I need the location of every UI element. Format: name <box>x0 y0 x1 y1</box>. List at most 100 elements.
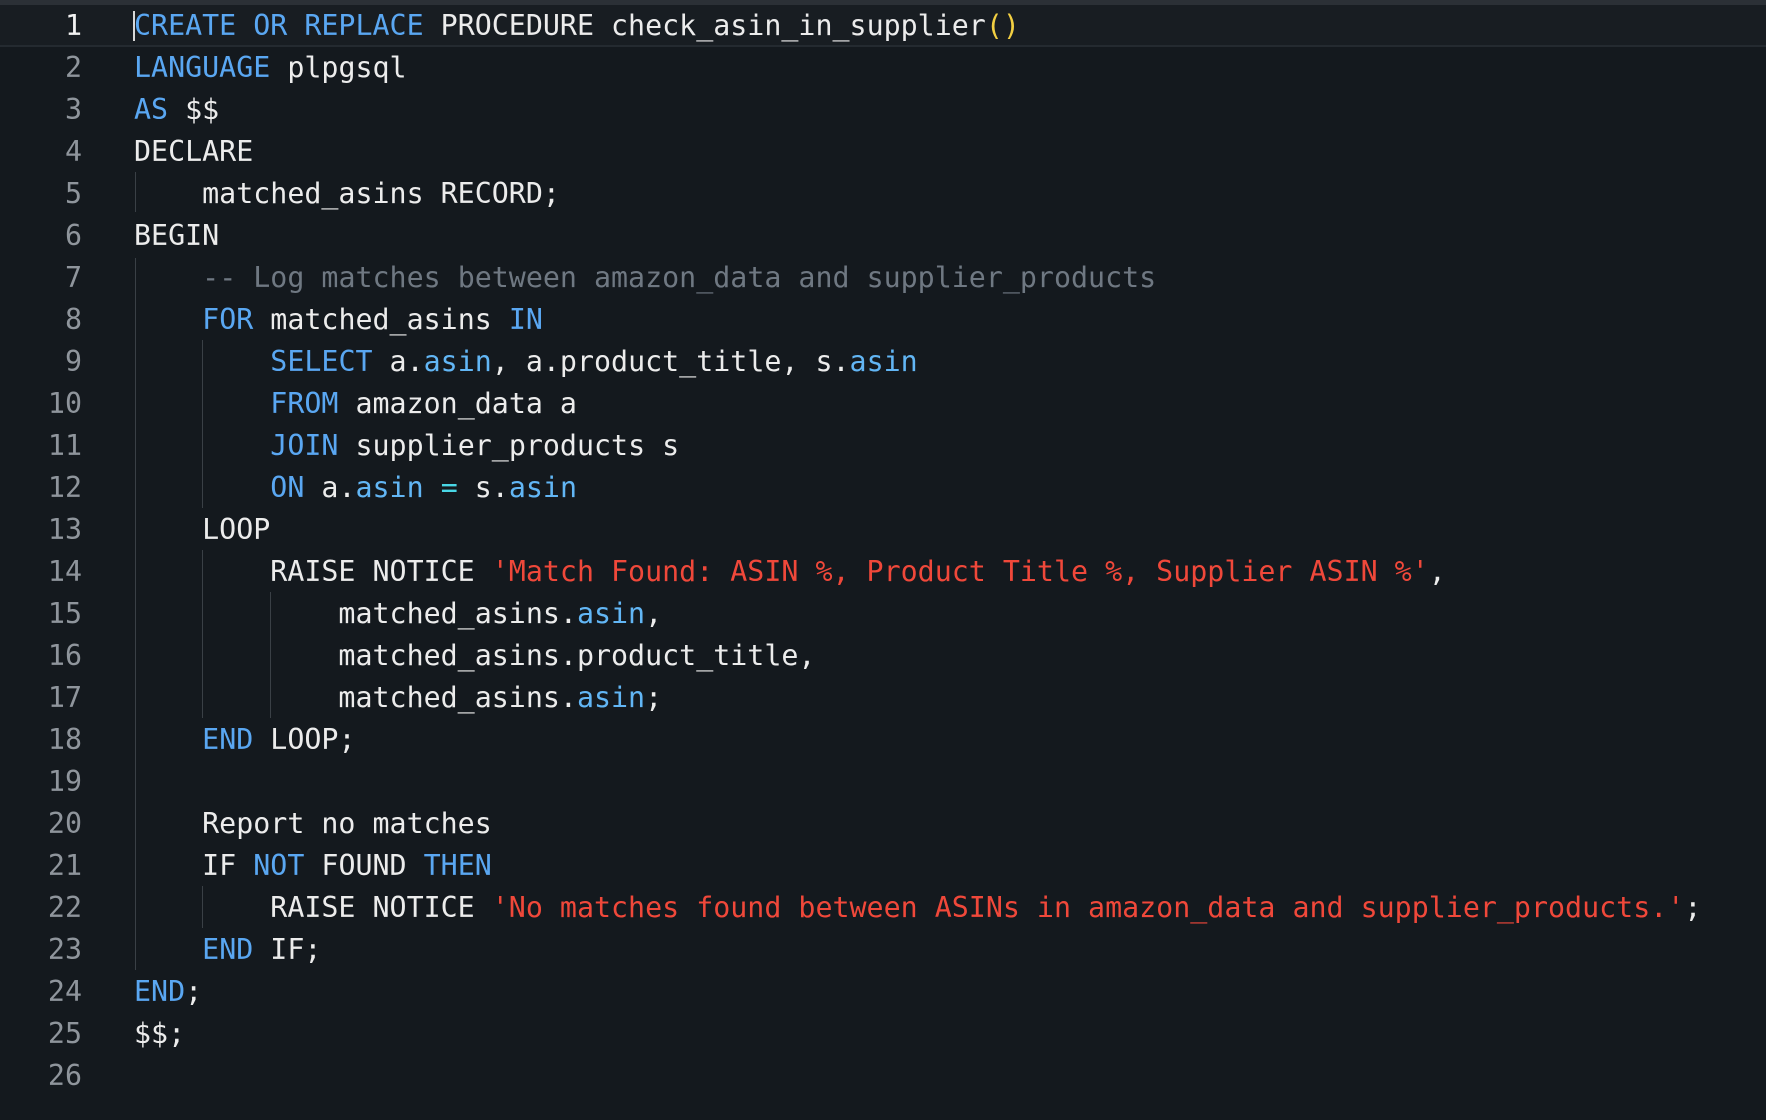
code-token: DECLARE <box>134 135 254 168</box>
code-token: () <box>985 9 1020 42</box>
line-number: 11 <box>47 429 82 462</box>
code-token: ; <box>1684 891 1702 924</box>
code-editor[interactable]: 1 CREATE OR REPLACE PROCEDURE check_asin_… <box>0 0 1766 1120</box>
code-token: RAISE NOTICE <box>134 555 492 588</box>
code-token: JOIN <box>270 429 339 462</box>
code-line[interactable]: 7 -- Log matches between amazon_data and… <box>0 257 1766 299</box>
code-token: NOT <box>253 849 305 882</box>
code-line[interactable]: 5 matched_asins RECORD; <box>0 173 1766 215</box>
code-token: CREATE OR REPLACE <box>134 9 424 42</box>
code-text[interactable]: END; <box>134 971 202 1013</box>
code-line[interactable]: 9 SELECT a.asin, a.product_title, s.asin <box>0 341 1766 383</box>
code-token: supplier_products s <box>338 429 680 462</box>
indent-guide <box>270 592 271 718</box>
code-line[interactable]: 20 Report no matches <box>0 803 1766 845</box>
code-token: plpgsql <box>270 51 407 84</box>
code-text[interactable]: ON a.asin = s.asin <box>134 467 577 509</box>
line-number: 26 <box>47 1059 82 1092</box>
code-token: matched_asins. <box>134 681 577 714</box>
code-line[interactable]: 19 <box>0 761 1766 803</box>
line-number: 6 <box>64 219 82 252</box>
code-line[interactable]: 6 BEGIN <box>0 215 1766 257</box>
code-token: LANGUAGE <box>134 51 271 84</box>
code-text[interactable]: Report no matches <box>134 803 492 845</box>
code-text[interactable]: FROM amazon_data a <box>134 383 577 425</box>
code-line[interactable]: 8 FOR matched_asins IN <box>0 299 1766 341</box>
code-line[interactable]: 3 AS $$ <box>0 89 1766 131</box>
code-line[interactable]: 12 ON a.asin = s.asin <box>0 467 1766 509</box>
code-line[interactable]: 4 DECLARE <box>0 131 1766 173</box>
code-text[interactable]: AS $$ <box>134 89 219 131</box>
code-text[interactable]: $$; <box>134 1013 185 1055</box>
code-text[interactable]: RAISE NOTICE 'No matches found between A… <box>134 887 1701 929</box>
code-token: ; <box>645 681 663 714</box>
code-text[interactable]: matched_asins.product_title, <box>134 635 815 677</box>
code-text[interactable]: JOIN supplier_products s <box>134 425 679 467</box>
code-token: s. <box>457 471 509 504</box>
line-number: 20 <box>47 807 82 840</box>
code-line[interactable]: 17 matched_asins.asin; <box>0 677 1766 719</box>
code-text[interactable]: matched_asins RECORD; <box>134 173 560 215</box>
code-token: 'Match Found: ASIN %, Product Title %, S… <box>491 555 1429 588</box>
code-text[interactable]: SELECT a.asin, a.product_title, s.asin <box>134 341 917 383</box>
code-line[interactable]: 2 LANGUAGE plpgsql <box>0 47 1766 89</box>
code-line[interactable]: 10 FROM amazon_data a <box>0 383 1766 425</box>
code-text[interactable]: matched_asins.asin; <box>134 677 662 719</box>
code-text[interactable]: RAISE NOTICE 'Match Found: ASIN %, Produ… <box>134 551 1446 593</box>
code-token: , <box>1428 555 1446 588</box>
code-line[interactable]: 13 LOOP <box>0 509 1766 551</box>
code-line[interactable]: 25 $$; <box>0 1013 1766 1055</box>
code-line[interactable]: 23 END IF; <box>0 929 1766 971</box>
code-token: FROM <box>270 387 339 420</box>
code-line[interactable]: 11 JOIN supplier_products s <box>0 425 1766 467</box>
line-number: 22 <box>47 891 82 924</box>
line-number: 24 <box>47 975 82 1008</box>
line-number: 18 <box>47 723 82 756</box>
code-token: FOR <box>202 303 254 336</box>
code-token: SELECT <box>270 345 373 378</box>
code-token: matched_asins RECORD; <box>134 177 560 210</box>
code-text[interactable]: -- Log matches between amazon_data and s… <box>134 257 1156 299</box>
code-line[interactable]: 15 matched_asins.asin, <box>0 593 1766 635</box>
line-number: 5 <box>64 177 82 210</box>
line-number: 14 <box>47 555 82 588</box>
code-token: BEGIN <box>134 219 220 252</box>
code-text[interactable]: LANGUAGE plpgsql <box>134 47 407 89</box>
code-line[interactable]: 22 RAISE NOTICE 'No matches found betwee… <box>0 887 1766 929</box>
code-token: , a.product_title, s. <box>491 345 850 378</box>
line-number: 17 <box>47 681 82 714</box>
code-line[interactable]: 16 matched_asins.product_title, <box>0 635 1766 677</box>
code-line[interactable]: 26 <box>0 1055 1766 1097</box>
code-token: THEN <box>423 849 492 882</box>
code-token: a. <box>304 471 356 504</box>
code-text[interactable]: END IF; <box>134 929 321 971</box>
line-number: 13 <box>47 513 82 546</box>
line-number: 1 <box>64 9 82 42</box>
line-number: 23 <box>47 933 82 966</box>
code-line[interactable]: 14 RAISE NOTICE 'Match Found: ASIN %, Pr… <box>0 551 1766 593</box>
code-line[interactable]: 21 IF NOT FOUND THEN <box>0 845 1766 887</box>
code-text[interactable]: matched_asins.asin, <box>134 593 662 635</box>
code-token: RAISE NOTICE <box>134 891 492 924</box>
code-token: END <box>202 723 254 756</box>
line-number: 15 <box>47 597 82 630</box>
code-token: -- Log matches between amazon_data and s… <box>202 261 1157 294</box>
line-number: 3 <box>64 93 82 126</box>
code-line[interactable]: 24 END; <box>0 971 1766 1013</box>
code-text[interactable]: IF NOT FOUND THEN <box>134 845 492 887</box>
code-text[interactable]: FOR matched_asins IN <box>134 299 543 341</box>
line-number: 2 <box>64 51 82 84</box>
line-number: 4 <box>64 135 82 168</box>
code-text[interactable]: LOOP <box>134 509 270 551</box>
code-line[interactable]: 1 CREATE OR REPLACE PROCEDURE check_asin_… <box>0 5 1766 47</box>
code-text[interactable]: DECLARE <box>134 131 253 173</box>
code-text[interactable]: CREATE OR REPLACE PROCEDURE check_asin_i… <box>134 5 1020 47</box>
code-text[interactable]: BEGIN <box>134 215 219 257</box>
code-token: IN <box>508 303 543 336</box>
code-line[interactable]: 18 END LOOP; <box>0 719 1766 761</box>
code-text[interactable]: END LOOP; <box>134 719 355 761</box>
code-token: , <box>645 597 663 630</box>
